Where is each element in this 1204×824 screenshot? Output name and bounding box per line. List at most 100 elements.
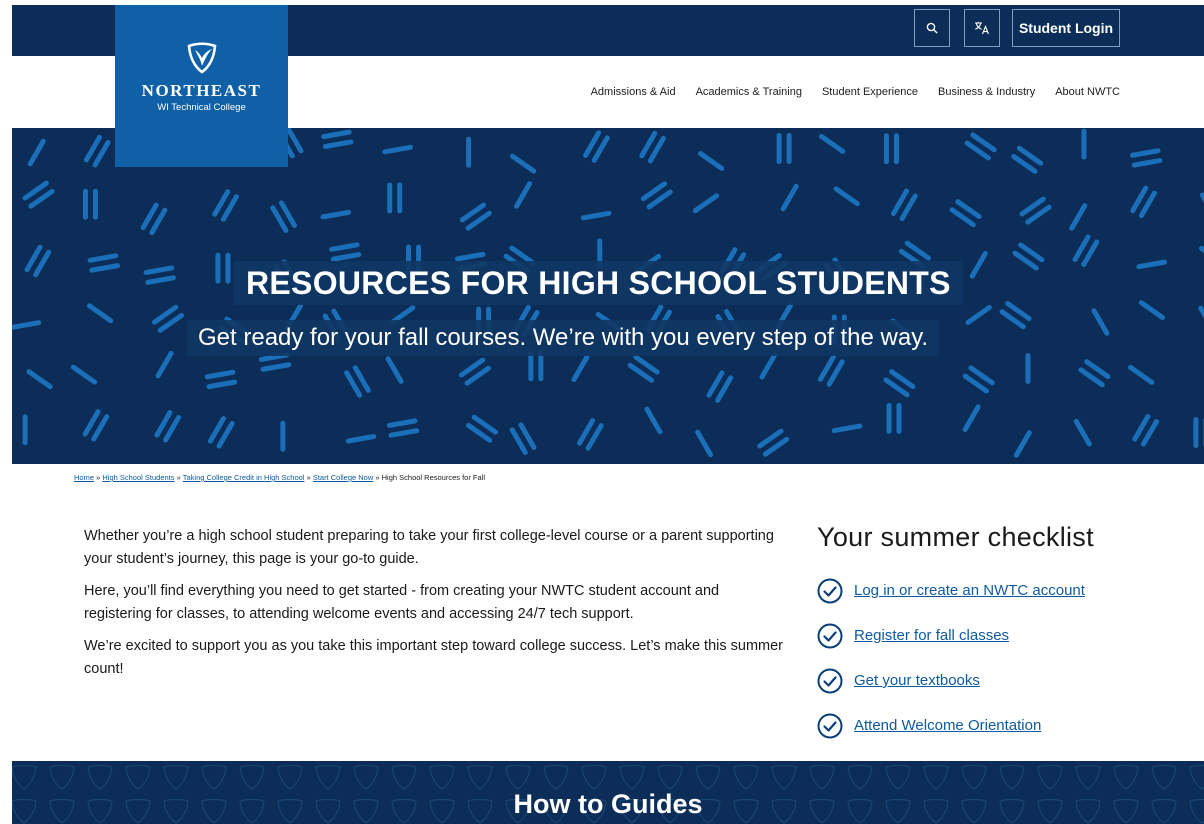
band-shield-mark [695,764,721,790]
breadcrumb-link-home[interactable]: Home [74,473,94,482]
nav-item-admissions[interactable]: Admissions & Aid [591,86,676,98]
hero-dash-mark [949,199,982,228]
hero-dash-mark [1128,364,1155,385]
hero-dash-mark [962,404,981,432]
nav-item-about[interactable]: About NWTC [1055,86,1120,98]
hero-dash-mark [459,202,492,231]
translate-button[interactable] [964,9,1000,47]
hero-dash-mark [154,410,182,443]
page: Student Login NORTHEAST WI Technical Col… [12,5,1204,824]
hero-dash-mark [1132,414,1159,447]
breadcrumb-link-start-college-now[interactable]: Start College Now [313,473,373,482]
nav-item-academics[interactable]: Academics & Training [696,86,802,98]
hero-dash-mark [458,357,491,386]
hero-dash-mark [155,350,174,379]
breadcrumb-separator: » [176,473,181,482]
hero-dash-mark [571,354,590,383]
band-shield-mark [1151,764,1177,790]
hero-dash-mark [640,181,673,210]
hero-dash-mark [215,252,231,284]
band-shield-mark [771,764,797,790]
hero-dash-mark [82,409,110,442]
hero-dash-mark [386,418,420,438]
checklist-link-register[interactable]: Register for fall classes [854,627,1009,644]
checklist-item: Register for fall classes [817,613,1197,658]
hero-dash-mark [320,209,352,220]
band-shield-mark [315,764,341,790]
band-shield-mark [467,764,493,790]
nav-item-student-experience[interactable]: Student Experience [822,86,918,98]
summer-checklist: Your summer checklist Log in or create a… [817,522,1197,748]
band-shield-mark [429,764,455,790]
breadcrumb-separator: » [375,473,380,482]
hero-dash-mark [82,188,98,220]
checklist-link-textbooks[interactable]: Get your textbooks [854,672,980,689]
breadcrumb-link-high-school-students[interactable]: High School Students [102,473,174,482]
breadcrumb-link-college-credit[interactable]: Taking College Credit in High School [183,473,305,482]
band-shield-mark [1189,764,1204,790]
hero-dash-mark [1078,359,1111,388]
hero-dash-mark [1069,203,1088,231]
band-shield-mark [277,764,303,790]
band-shield-mark [12,764,37,790]
checklist-title: Your summer checklist [817,522,1094,552]
hero-dash-mark [698,151,725,171]
hero-dash-mark [87,253,121,273]
hero-dash-mark [757,428,790,457]
hero-dash-mark [204,369,238,390]
hero-dash-mark [1136,259,1167,270]
hero-dash-mark [962,365,995,394]
intro-paragraph: Here, you’ll find everything you need to… [84,583,720,622]
how-to-guides-section: How to Guides [12,761,1204,824]
how-to-guides-title: How to Guides [513,789,703,819]
band-shield-mark [581,764,607,790]
hero-dash-mark [1129,148,1163,168]
checklist-item: Get your textbooks [817,658,1197,703]
hero-dash-mark [140,202,168,236]
hero-dash-mark [627,354,660,383]
student-login-button[interactable]: Student Login [1012,9,1120,47]
check-circle-icon [817,713,843,738]
hero-dash-mark [83,134,111,168]
college-logo[interactable]: NORTHEAST WI Technical College [115,5,288,167]
hero-dash-mark [70,364,98,385]
hero-dash-mark [387,182,403,214]
hero-dash-mark [831,423,863,434]
band-shield-mark [733,764,759,790]
hero-banner: RESOURCES FOR HIGH SCHOOL STUDENTS Get r… [12,128,1204,464]
hero-dash-mark [1072,234,1100,267]
checklist-link-create-account[interactable]: Log in or create an NWTC account [854,582,1085,599]
band-shield-mark [999,764,1025,790]
hero-dash-mark [212,189,239,222]
band-shield-mark [87,764,113,790]
search-icon [926,22,938,34]
search-button[interactable] [914,9,950,47]
hero-dash-mark [1019,196,1052,225]
hero-dash-mark [577,418,604,451]
hero-title: RESOURCES FOR HIGH SCHOOL STUDENTS [234,261,963,305]
checklist-link-orientation[interactable]: Attend Welcome Orientation [854,717,1041,734]
hero-dash-mark [891,188,918,222]
band-shield-mark [657,764,683,790]
band-shield-mark [391,764,417,790]
hero-dash-mark [644,406,663,435]
hero-dash-mark [818,133,846,154]
hero-dash-mark [639,130,666,164]
hero-dash-mark [26,369,53,390]
band-shield-mark [125,764,151,790]
hero-dash-mark [466,414,499,443]
checklist-item: Attend Welcome Orientation [817,703,1197,748]
band-shield-mark [885,764,911,790]
hero-dash-mark [583,130,610,163]
hero-dash-mark [509,153,537,174]
hero-dash-mark [776,132,792,164]
nav-list: Admissions & Aid Academics & Training St… [591,86,1120,98]
hero-dash-mark [1130,185,1157,219]
intro-paragraph: Whether you’re a high school student pre… [84,528,774,567]
nav-item-business[interactable]: Business & Industry [938,86,1035,98]
hero-dash-mark [22,180,55,209]
breadcrumb-separator: » [96,473,101,482]
hero-dash-mark [1091,308,1110,336]
check-circle-icon [817,668,843,693]
translate-icon [975,22,990,35]
